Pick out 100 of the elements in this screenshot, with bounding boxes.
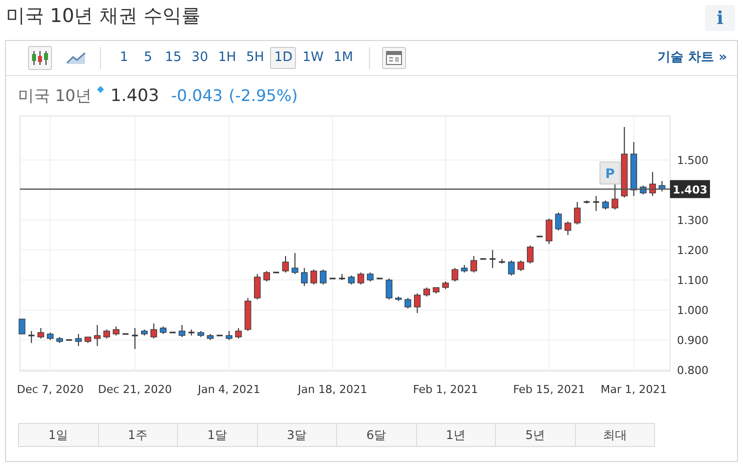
candlestick	[386, 278, 392, 300]
candlestick	[414, 293, 421, 314]
candlestick	[282, 256, 289, 273]
candlestick	[112, 326, 120, 336]
candlestick	[198, 330, 204, 338]
candlestick	[38, 328, 44, 339]
candlestick	[292, 252, 298, 274]
interval-tab[interactable]: 5	[137, 47, 159, 69]
candlestick	[84, 336, 92, 344]
axis-tick-label: 1.500	[677, 154, 708, 167]
candlestick	[339, 274, 345, 280]
candlestick	[470, 256, 478, 273]
candlestick	[564, 221, 572, 236]
candlestick	[310, 269, 318, 285]
candlestick	[150, 323, 158, 339]
instrument-name: 미국 10년	[18, 85, 92, 107]
candlestick	[612, 184, 618, 210]
candlestick	[574, 202, 581, 225]
interval-tab[interactable]: 1	[113, 47, 135, 69]
candlestick	[188, 329, 194, 336]
candlestick	[330, 278, 336, 280]
candlestick	[263, 270, 270, 282]
candlestick	[555, 212, 562, 231]
interval-tab[interactable]: 30	[188, 47, 212, 69]
candlestick	[141, 329, 148, 336]
page-title: 미국 10년 채권 수익률	[6, 4, 200, 29]
candlestick	[518, 260, 524, 272]
candlestick	[499, 258, 505, 264]
candlestick	[584, 200, 590, 204]
candlestick	[226, 330, 232, 340]
interval-tab[interactable]: 5H	[242, 47, 268, 69]
candlestick	[546, 218, 552, 244]
info-button[interactable]: i	[705, 5, 735, 31]
interval-tab[interactable]: 1D	[270, 47, 296, 69]
diamond-icon	[97, 86, 104, 93]
candlestick	[178, 324, 186, 338]
candlestick	[206, 334, 214, 340]
candlestick	[122, 333, 129, 335]
candlestick	[46, 332, 54, 340]
range-button[interactable]: 1달	[177, 424, 256, 446]
candlestick	[395, 296, 402, 302]
axis-tick-label: 0.900	[677, 334, 708, 347]
candlestick	[404, 298, 412, 309]
candlestick	[640, 185, 646, 195]
range-button[interactable]: 3달	[256, 424, 336, 446]
quote-change: -0.043	[171, 85, 223, 107]
candlestick	[170, 332, 176, 334]
axis-tick-label: 0.800	[677, 364, 708, 377]
candlestick-chart-icon[interactable]	[28, 46, 52, 70]
candlestick	[244, 298, 252, 332]
axis-tick-label: Dec 7, 2020	[16, 383, 84, 396]
candlestick	[658, 180, 666, 192]
range-button[interactable]: 최대	[574, 424, 654, 446]
range-button[interactable]: 1년	[416, 424, 495, 446]
axis-tick-label: Feb 15, 2021	[513, 383, 586, 396]
candlestick	[132, 328, 138, 350]
range-button[interactable]: 6달	[336, 424, 416, 446]
candlestick	[621, 126, 628, 198]
quote-price: 1.403	[110, 85, 160, 108]
candlestick	[160, 326, 166, 334]
technical-chart-link[interactable]: 기술 차트 »	[658, 48, 727, 68]
axis-tick-label: Jan 4, 2021	[198, 383, 260, 396]
candlestick	[273, 272, 280, 274]
candlestick	[593, 196, 600, 212]
candlestick	[423, 287, 430, 297]
interval-tab[interactable]: 1M	[330, 47, 358, 69]
candlestick	[630, 142, 638, 196]
interval-tab[interactable]: 15	[161, 47, 186, 69]
candlestick	[320, 269, 326, 285]
axis-tick-label: Jan 18, 2021	[298, 383, 368, 396]
interval-tab[interactable]: 1H	[214, 47, 240, 69]
axis-tick-label: 1.000	[677, 304, 708, 317]
candlestick	[526, 245, 534, 264]
axis-tick-label: Feb 1, 2021	[413, 383, 478, 396]
range-button[interactable]: 1일	[19, 424, 98, 446]
candlestick	[602, 200, 609, 210]
calendar-view-icon[interactable]	[382, 47, 406, 69]
candlestick	[75, 334, 82, 346]
candlestick	[461, 264, 468, 273]
candlestick	[18, 318, 26, 334]
candlestick	[94, 324, 101, 346]
candlestick	[442, 281, 449, 290]
range-button[interactable]: 5년	[495, 424, 574, 446]
candlestick	[301, 268, 308, 286]
candlestick	[348, 275, 355, 285]
candlestick	[216, 334, 223, 336]
axis-tick-label: 1.300	[677, 214, 708, 227]
candlestick	[103, 329, 110, 339]
range-button[interactable]: 1주	[98, 424, 177, 446]
axis-tick-label: 1.200	[677, 244, 708, 257]
axis-tick-label: Mar 1, 2021	[600, 383, 667, 396]
interval-tab[interactable]: 1W	[298, 47, 328, 69]
axis-tick-label: 1.100	[677, 274, 708, 287]
candlestick	[490, 250, 496, 268]
candlestick	[56, 336, 63, 344]
candlestick	[28, 330, 34, 344]
candlestick	[366, 272, 374, 282]
candlestick	[254, 274, 261, 300]
axis-tick-label: Dec 21, 2020	[98, 383, 172, 396]
candlestick	[452, 268, 458, 282]
